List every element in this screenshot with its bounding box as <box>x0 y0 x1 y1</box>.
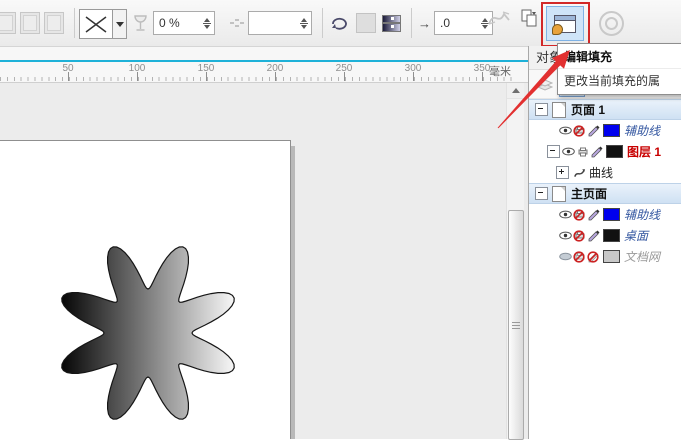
fill-style-swatch-icon[interactable] <box>0 12 16 34</box>
toolbar-separator <box>411 8 412 38</box>
layer-color-swatch[interactable] <box>606 145 623 158</box>
fill-angle-field[interactable]: .0 <box>434 11 493 35</box>
edit-fill-icon <box>552 14 576 35</box>
pencil-icon[interactable] <box>587 124 600 138</box>
ruler-number: 50 <box>62 63 74 74</box>
no-print-icon[interactable] <box>573 124 586 138</box>
flower-shape[interactable] <box>0 83 528 439</box>
collapse-icon[interactable] <box>547 145 560 158</box>
fill-style-swatch-icon[interactable] <box>44 12 64 34</box>
node-edit-icon <box>229 16 245 30</box>
toolbar-separator <box>322 8 323 38</box>
fill-swatch-disabled-icon <box>356 13 376 33</box>
pencil-icon[interactable] <box>587 229 600 243</box>
chevron-down-icon <box>115 21 124 27</box>
layer-color-swatch[interactable] <box>603 208 620 221</box>
curve-object-icon <box>573 166 586 180</box>
fill-angle-value: .0 <box>440 16 451 30</box>
no-print-icon[interactable] <box>573 250 586 264</box>
layer-label: 桌面 <box>624 229 649 243</box>
page-icon <box>552 101 566 118</box>
tree-row-desktop[interactable]: 桌面 <box>529 225 681 246</box>
scrollbar-thumb[interactable] <box>508 210 524 440</box>
new-layer-icon[interactable] <box>533 72 557 96</box>
scroll-up-button[interactable] <box>507 83 524 99</box>
eye-icon[interactable] <box>559 208 572 222</box>
edit-fill-button[interactable] <box>541 2 590 47</box>
ruler-minor-ticks <box>0 77 512 81</box>
ruler-accent-line <box>0 60 528 62</box>
ruler-unit-label: 毫米 <box>489 66 511 78</box>
ruler-number: 200 <box>266 63 284 74</box>
eye-icon[interactable] <box>559 124 572 138</box>
rotate-fill-icon[interactable] <box>329 15 350 32</box>
postscript-fill-disabled-icon <box>599 11 624 36</box>
tree-row-master-page[interactable]: 主页面 <box>529 183 681 204</box>
pencil-icon[interactable] <box>590 145 603 159</box>
layer-color-swatch[interactable] <box>603 229 620 242</box>
layer-color-swatch[interactable] <box>603 124 620 137</box>
fill-style-swatch-icon[interactable] <box>20 12 40 34</box>
property-bar: 0 % → .0 <box>0 0 681 47</box>
tooltip-body: 更改当前填充的属 <box>564 74 661 88</box>
page-icon <box>552 185 566 202</box>
ruler-number: 250 <box>335 63 353 74</box>
eye-icon[interactable] <box>562 145 575 159</box>
toolbar-separator <box>74 8 75 38</box>
print-icon[interactable] <box>576 145 589 159</box>
goblet-icon <box>133 14 148 33</box>
angle-arrow-icon: → <box>418 15 431 31</box>
spinner-icon[interactable] <box>297 12 311 34</box>
no-print-icon[interactable] <box>573 208 586 222</box>
smooth-fill-disabled-icon <box>486 6 512 30</box>
expand-icon[interactable] <box>556 166 569 179</box>
ruler-number: 100 <box>128 63 146 74</box>
tree-row-document-grid[interactable]: 文档网 <box>529 246 681 267</box>
tree-row-layer1[interactable]: 图层 1 <box>529 141 681 162</box>
page-label: 页面 1 <box>571 103 606 117</box>
tooltip-title: 编辑填充 <box>558 44 681 69</box>
gradient-steps-icon[interactable] <box>382 14 401 32</box>
spinner-icon[interactable] <box>200 12 214 34</box>
copy-fill-icon[interactable] <box>518 6 542 32</box>
triangle-up-icon <box>511 88 520 93</box>
node-transparency-value: 0 % <box>159 16 180 30</box>
no-edit-icon[interactable] <box>587 250 600 264</box>
tree-row-master-guides[interactable]: 辅助线 <box>529 204 681 225</box>
layer-color-swatch[interactable] <box>603 250 620 263</box>
no-fill-icon[interactable] <box>79 9 113 39</box>
tree-row-page1[interactable]: 页面 1 <box>529 99 681 120</box>
tree-row-guides[interactable]: 辅助线 <box>529 120 681 141</box>
active-layer-row-label: 图层 1 <box>627 145 662 159</box>
collapse-icon[interactable] <box>535 103 548 116</box>
ruler-number: 150 <box>197 63 215 74</box>
eye-closed-icon[interactable] <box>559 250 572 264</box>
node-color-field[interactable] <box>248 11 312 35</box>
vertical-scrollbar[interactable] <box>506 83 524 440</box>
tree-row-curve[interactable]: 曲线 <box>529 162 681 183</box>
page-label: 主页面 <box>571 187 608 201</box>
layer-label: 辅助线 <box>624 124 661 138</box>
drawing-canvas[interactable] <box>0 83 528 439</box>
node-transparency-field[interactable]: 0 % <box>153 11 215 35</box>
edit-fill-tooltip: 编辑填充 更改当前填充的属 <box>557 43 681 95</box>
collapse-icon[interactable] <box>535 187 548 200</box>
horizontal-ruler[interactable]: 50 100 150 200 250 300 350 毫米 <box>0 47 528 83</box>
ruler-ticks: 50 100 150 200 250 300 350 <box>0 63 520 82</box>
object-manager-panel: 对象管理器 图层 1 页面 1 <box>528 46 681 439</box>
eye-icon[interactable] <box>559 229 572 243</box>
no-print-icon[interactable] <box>573 229 586 243</box>
grip-icon <box>512 321 520 329</box>
ruler-number: 300 <box>404 63 422 74</box>
no-fill-picker[interactable] <box>79 9 127 39</box>
pencil-icon[interactable] <box>587 208 600 222</box>
layer-label: 辅助线 <box>624 208 661 222</box>
fill-dropdown-button[interactable] <box>113 9 127 39</box>
layer-label: 文档网 <box>624 250 661 264</box>
layer-tree: 页面 1 辅助线 图层 1 曲线 主页面 辅助线 桌面 文档网 <box>529 99 681 267</box>
object-label: 曲线 <box>589 166 614 180</box>
ruler-number: 350 <box>473 63 491 74</box>
